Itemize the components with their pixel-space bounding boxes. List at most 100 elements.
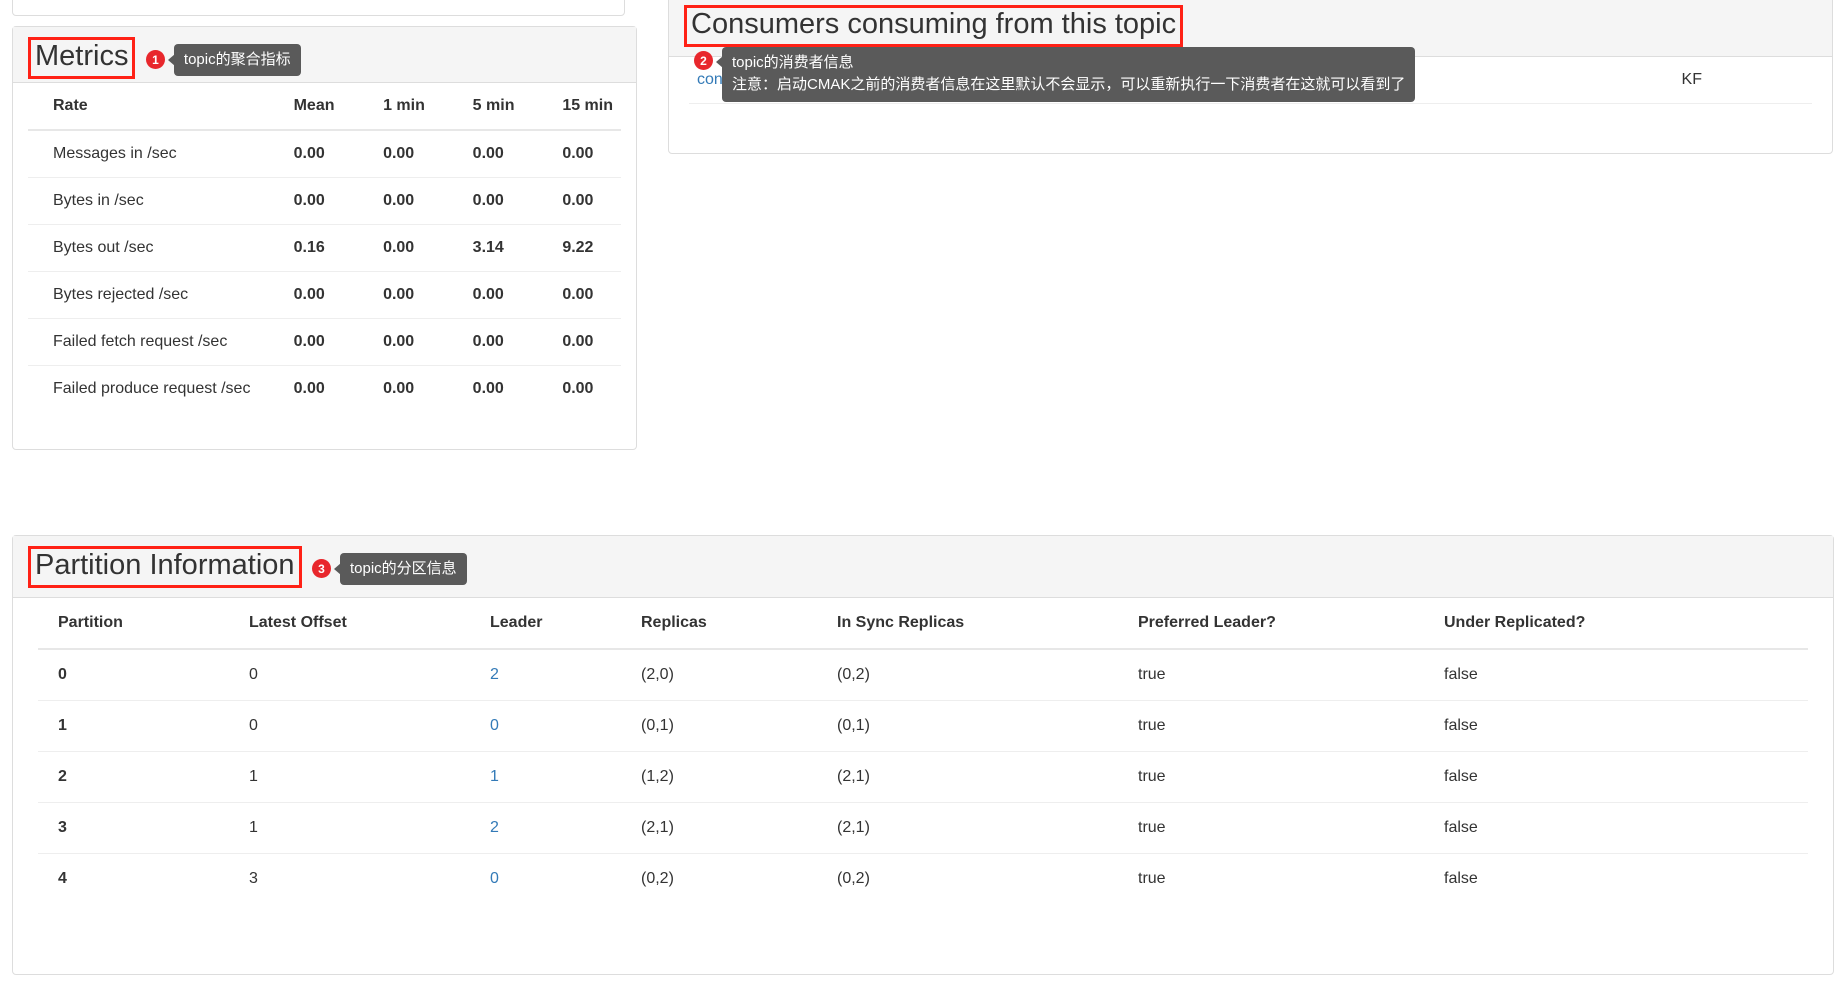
metric-mean: 0.00 <box>293 145 325 162</box>
table-row: 0 0 2 (2,0) (0,2) true false <box>38 649 1808 701</box>
partition-leader-cell: 0 <box>482 700 633 752</box>
metric-mean: 0.16 <box>285 224 376 272</box>
metric-1min: 0.00 <box>375 318 465 366</box>
partition-leader-link[interactable]: 1 <box>490 768 499 785</box>
partition-leader-link[interactable]: 2 <box>490 819 499 836</box>
partition-panel-body: Partition Latest Offset Leader Replicas … <box>13 598 1833 904</box>
partition-preferred-leader: true <box>1130 853 1436 904</box>
partition-replicas: (1,2) <box>633 751 829 803</box>
partition-id: 3 <box>38 802 241 854</box>
partition-replicas: (2,1) <box>633 802 829 854</box>
partition-id: 1 <box>38 700 241 752</box>
consumers-title: Consumers consuming from this topic <box>684 5 1184 47</box>
metrics-title: Metrics <box>28 37 136 79</box>
partition-id: 0 <box>58 666 67 683</box>
table-row: Bytes in /sec 0.00 0.00 0.00 0.00 <box>28 177 621 225</box>
partition-leader-cell: 2 <box>482 802 633 854</box>
partition-title: Partition Information <box>28 546 302 588</box>
metrics-panel-body: Rate Mean 1 min 5 min 15 min Messages in… <box>13 83 636 412</box>
partition-leader-link[interactable]: 0 <box>490 717 499 734</box>
partition-isr: (2,1) <box>829 802 1130 854</box>
partition-id: 4 <box>38 853 241 904</box>
partition-isr: (2,1) <box>829 751 1130 803</box>
partition-col-under-replicated: Under Replicated? <box>1436 598 1808 650</box>
partition-replicas: (2,0) <box>641 666 674 683</box>
metrics-col-1min: 1 min <box>375 83 465 131</box>
partition-col-in-sync-replicas: In Sync Replicas <box>829 598 1130 650</box>
metrics-col-15min: 15 min <box>554 83 621 131</box>
partition-under-replicated: false <box>1436 853 1808 904</box>
partition-leader-cell: 2 <box>482 649 633 701</box>
metric-5min: 0.00 <box>464 318 555 366</box>
partition-isr: (0,2) <box>837 666 870 683</box>
partition-isr: (0,2) <box>829 853 1130 904</box>
table-row: Bytes out /sec 0.16 0.00 3.14 9.22 <box>28 224 621 272</box>
partition-under-replicated: false <box>1436 802 1808 854</box>
table-row: 3 1 2 (2,1) (2,1) true false <box>38 802 1808 854</box>
table-row: 4 3 0 (0,2) (0,2) true false <box>38 853 1808 904</box>
metrics-annotation: 1 topic的聚合指标 <box>145 43 301 77</box>
metric-5min: 0.00 <box>472 145 504 162</box>
metrics-panel: Metrics 1 topic的聚合指标 Rate Mean 1 min 5 m… <box>12 26 637 450</box>
partition-table-header-row: Partition Latest Offset Leader Replicas … <box>38 598 1808 650</box>
consumers-panel: Consumers consuming from this topic con-… <box>668 0 1833 154</box>
metric-1min: 0.00 <box>375 177 465 225</box>
partition-latest-offset: 1 <box>241 802 482 854</box>
partition-col-leader: Leader <box>482 598 633 650</box>
partition-latest-offset: 0 <box>241 700 482 752</box>
partition-preferred-leader: true <box>1130 802 1436 854</box>
metric-name: Failed produce request /sec <box>28 365 286 412</box>
partition-preferred-leader: true <box>1130 700 1436 752</box>
table-row: Failed fetch request /sec 0.00 0.00 0.00… <box>28 318 621 366</box>
consumers-tooltip-line-2: 注意：启动CMAK之前的消费者信息在这里默认不会显示，可以重新执行一下消费者在这… <box>732 75 1406 93</box>
metrics-panel-header: Metrics 1 topic的聚合指标 <box>13 27 636 83</box>
table-row: Messages in /sec 0.00 0.00 0.00 0.00 <box>28 130 621 178</box>
partition-leader-link[interactable]: 2 <box>490 666 499 683</box>
partition-replicas: (0,1) <box>633 700 829 752</box>
partition-col-latest-offset: Latest Offset <box>241 598 482 650</box>
annotation-badge-2: 2 <box>694 51 713 70</box>
table-row: Bytes rejected /sec 0.00 0.00 0.00 0.00 <box>28 271 621 319</box>
metric-15min: 0.00 <box>554 271 621 319</box>
metric-15min: 0.00 <box>554 365 621 412</box>
annotation-badge-3: 3 <box>311 559 331 579</box>
metric-mean: 0.00 <box>285 271 376 319</box>
table-row: Failed produce request /sec 0.00 0.00 0.… <box>28 365 621 412</box>
metric-name: Bytes out /sec <box>28 224 286 272</box>
metric-1min: 0.00 <box>375 365 465 412</box>
metric-mean: 0.00 <box>285 318 376 366</box>
partition-preferred-leader: true <box>1138 666 1166 683</box>
metric-15min: 9.22 <box>554 224 621 272</box>
partition-col-preferred-leader: Preferred Leader? <box>1130 598 1436 650</box>
partition-latest-offset: 0 <box>249 666 258 683</box>
partition-id: 2 <box>38 751 241 803</box>
metric-5min: 0.00 <box>464 271 555 319</box>
metric-5min: 0.00 <box>464 365 555 412</box>
partition-isr: (0,1) <box>829 700 1130 752</box>
partition-leader-link[interactable]: 0 <box>490 870 499 887</box>
panel-above-metrics <box>12 0 625 16</box>
table-row: 2 1 1 (1,2) (2,1) true false <box>38 751 1808 803</box>
partition-table: Partition Latest Offset Leader Replicas … <box>38 598 1808 904</box>
metric-15min: 0.00 <box>562 145 594 162</box>
metrics-tooltip: topic的聚合指标 <box>167 43 301 77</box>
partition-under-replicated: false <box>1436 751 1808 803</box>
metrics-col-rate: Rate <box>28 83 286 131</box>
metrics-table-header-row: Rate Mean 1 min 5 min 15 min <box>28 83 621 131</box>
metric-name: Messages in /sec <box>53 145 177 162</box>
consumers-tooltip-line-1: topic的消费者信息 <box>732 54 854 71</box>
partition-preferred-leader: true <box>1130 751 1436 803</box>
partition-latest-offset: 1 <box>241 751 482 803</box>
metric-name: Bytes in /sec <box>28 177 286 225</box>
table-row: 1 0 0 (0,1) (0,1) true false <box>38 700 1808 752</box>
metric-1min: 0.00 <box>375 271 465 319</box>
partition-under-replicated: false <box>1444 666 1478 683</box>
partition-information-panel: Partition Information 3 topic的分区信息 Parti… <box>12 535 1834 975</box>
partition-leader-cell: 0 <box>482 853 633 904</box>
partition-under-replicated: false <box>1436 700 1808 752</box>
partition-replicas: (0,2) <box>633 853 829 904</box>
metrics-col-mean: Mean <box>285 83 376 131</box>
metrics-col-5min: 5 min <box>464 83 555 131</box>
consumers-tooltip: topic的消费者信息 注意：启动CMAK之前的消费者信息在这里默认不会显示，可… <box>715 47 1416 102</box>
partition-tooltip: topic的分区信息 <box>333 552 467 586</box>
